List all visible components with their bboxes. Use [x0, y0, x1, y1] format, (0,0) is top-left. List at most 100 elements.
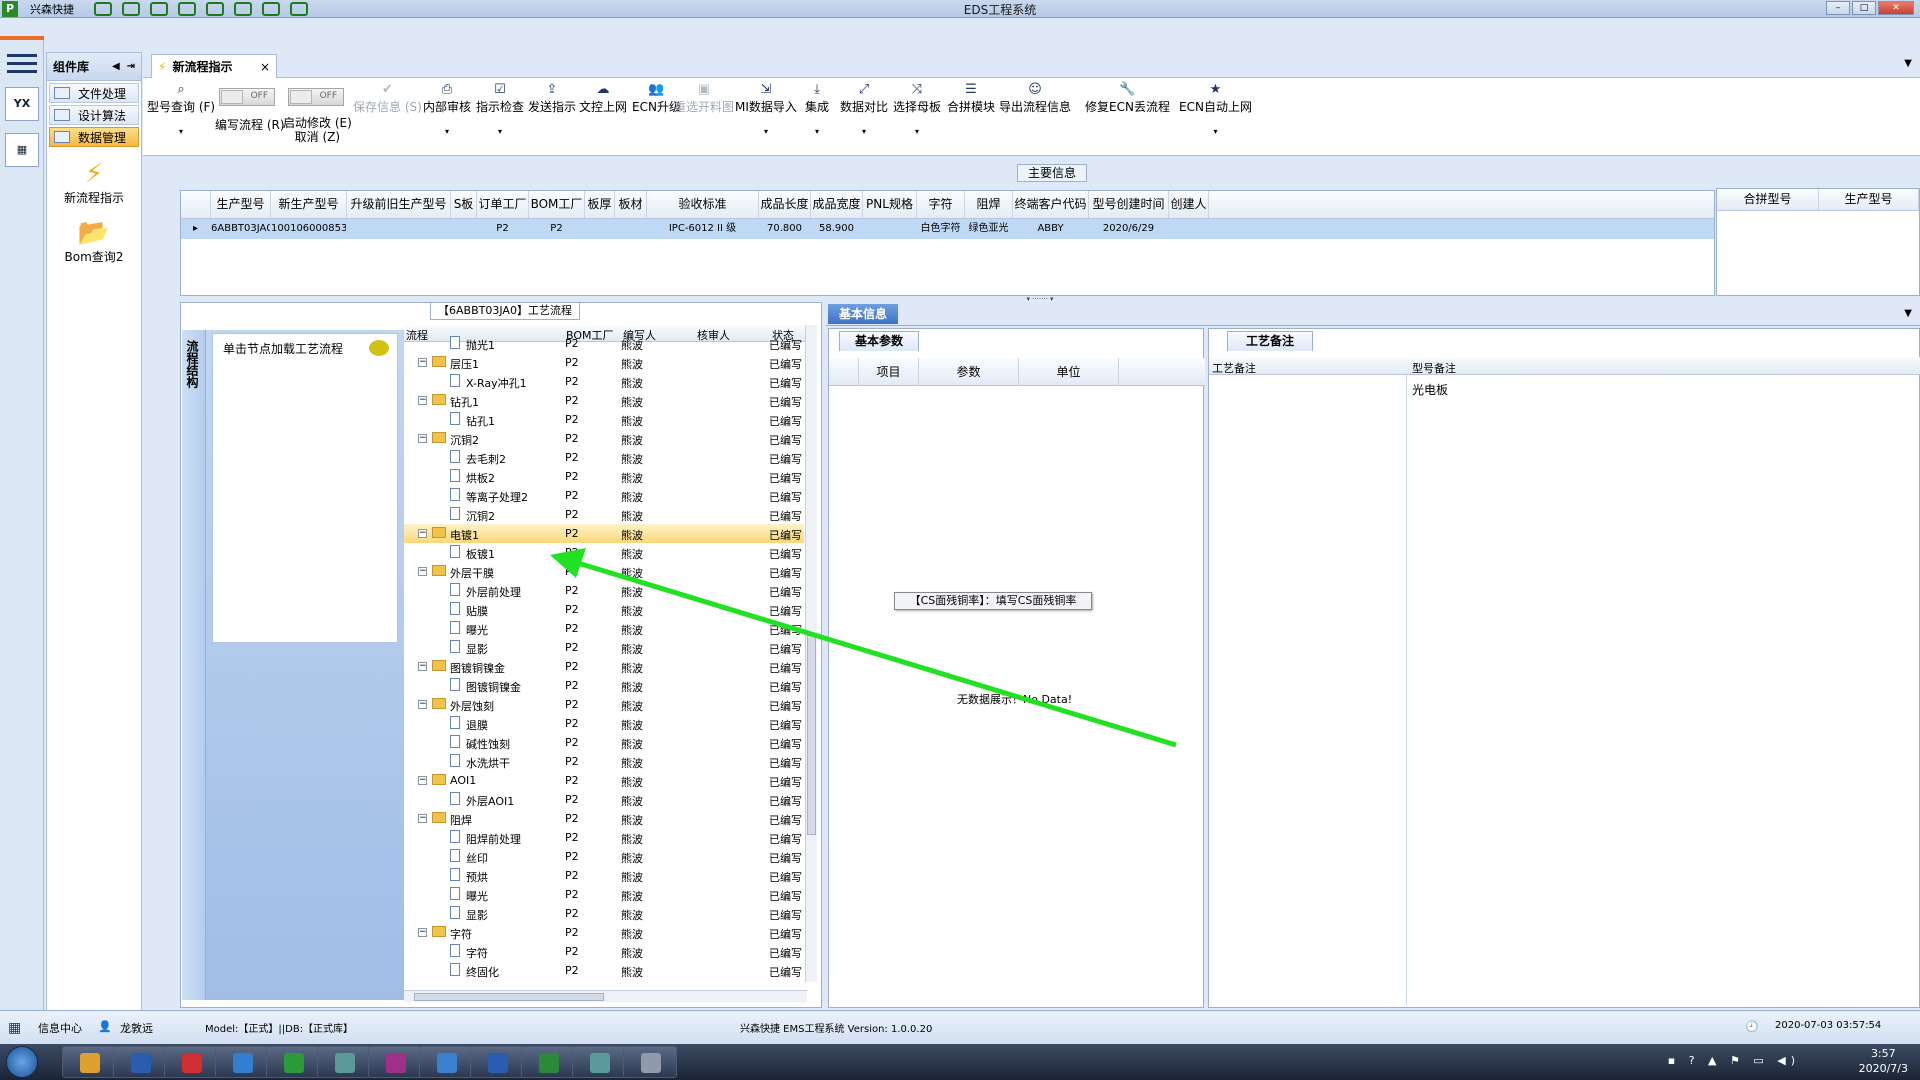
- taskbar-app[interactable]: [572, 1046, 626, 1078]
- collapse-toggle-icon[interactable]: −: [418, 814, 427, 823]
- reselect-cutting-button[interactable]: ▣ 重选开料图: [674, 82, 734, 115]
- yx-logo-icon[interactable]: YX: [5, 87, 39, 121]
- table-cell[interactable]: P2: [529, 219, 585, 239]
- quick-access-icon[interactable]: [94, 2, 112, 16]
- quick-access-icon[interactable]: [178, 2, 196, 16]
- collapse-toggle-icon[interactable]: −: [418, 567, 427, 576]
- taskbar-app[interactable]: [368, 1046, 422, 1078]
- column-header[interactable]: 字符: [917, 191, 965, 218]
- taskbar-clock[interactable]: 3:57 2020/7/3: [1859, 1046, 1908, 1076]
- quick-access-icon[interactable]: [262, 2, 280, 16]
- tab-new-process-instruction[interactable]: ⚡ 新流程指示 ×: [151, 54, 277, 78]
- table-cell[interactable]: 6ABBT03JA0: [211, 219, 271, 239]
- taskbar-app[interactable]: [623, 1046, 677, 1078]
- column-header[interactable]: 单位: [1019, 358, 1119, 386]
- column-header[interactable]: 工艺备注: [1212, 360, 1256, 376]
- table-cell[interactable]: P2: [477, 219, 529, 239]
- data-compare-button[interactable]: ⤢ 数据对比 ▾: [840, 82, 888, 136]
- table-cell[interactable]: 白色字符: [917, 219, 965, 239]
- column-header[interactable]: 验收标准: [647, 191, 759, 218]
- table-cell[interactable]: 70.800: [759, 219, 811, 239]
- merge-module-button[interactable]: ☰ 合拼模块: [947, 82, 995, 115]
- tab-basic-params[interactable]: 基本参数: [839, 331, 919, 351]
- database-icon[interactable]: ▦: [5, 133, 39, 167]
- sidebar-item-file-processing[interactable]: 文件处理: [49, 83, 139, 103]
- dropdown-arrow-icon[interactable]: ▾: [805, 127, 829, 136]
- taskbar-app[interactable]: [215, 1046, 269, 1078]
- column-header[interactable]: 板厚: [585, 191, 615, 218]
- chevron-down-icon[interactable]: ▼: [1904, 58, 1912, 69]
- column-header[interactable]: 成品宽度: [811, 191, 863, 218]
- dropdown-arrow-icon[interactable]: ▾: [147, 127, 215, 136]
- column-header[interactable]: 项目: [859, 358, 919, 386]
- tree-row[interactable]: 等离子处理2 P2 熊波 已编写: [404, 486, 804, 505]
- integrate-button[interactable]: ⤓ 集成 ▾: [805, 82, 829, 136]
- table-cell[interactable]: [615, 219, 647, 239]
- craft-remark-field[interactable]: [1209, 375, 1407, 1005]
- tree-row[interactable]: − AOI1 P2 熊波 已编写: [404, 771, 804, 790]
- collapse-toggle-icon[interactable]: −: [418, 662, 427, 671]
- column-header[interactable]: 订单工厂: [477, 191, 529, 218]
- grid-app-icon[interactable]: ▦: [8, 1020, 21, 1036]
- tree-row[interactable]: 曝光 P2 熊波 已编写: [404, 885, 804, 904]
- cancel-label[interactable]: 取消 (Z): [283, 130, 352, 144]
- column-header[interactable]: PNL规格: [863, 191, 917, 218]
- table-cell[interactable]: [863, 219, 917, 239]
- tree-row[interactable]: 沉铜2 P2 熊波 已编写: [404, 505, 804, 524]
- tree-row[interactable]: − 字符 P2 熊波 已编写: [404, 923, 804, 942]
- tree-row[interactable]: 抛光1 P2 熊波 已编写: [404, 334, 804, 353]
- tree-horizontal-scrollbar[interactable]: [404, 990, 807, 1002]
- column-header[interactable]: BOM工厂: [529, 191, 585, 218]
- tree-row[interactable]: 外层AOI1 P2 熊波 已编写: [404, 790, 804, 809]
- column-header[interactable]: 创建人: [1169, 191, 1209, 218]
- tree-row[interactable]: 终固化 P2 熊波 已编写: [404, 961, 804, 980]
- process-hint-box[interactable]: 单击节点加载工艺流程: [212, 333, 398, 643]
- table-cell[interactable]: [451, 219, 477, 239]
- column-header[interactable]: 合拼型号: [1717, 189, 1819, 210]
- minimize-button[interactable]: –: [1826, 1, 1850, 15]
- save-info-button[interactable]: ✔ 保存信息 (S): [353, 82, 422, 115]
- table-row[interactable]: ▸ 6ABBT03JA010010600085397 P2P2 IPC-6012 II…: [181, 219, 1714, 239]
- tree-row[interactable]: − 沉铜2 P2 熊波 已编写: [404, 429, 804, 448]
- internal-review-button[interactable]: ⎙ 内部审核 ▾: [423, 82, 471, 136]
- process-structure-tab[interactable]: 流程结构: [182, 330, 206, 1000]
- tree-row[interactable]: 烘板2 P2 熊波 已编写: [404, 467, 804, 486]
- dropdown-arrow-icon[interactable]: ▾: [476, 127, 524, 136]
- maximize-button[interactable]: □: [1852, 1, 1876, 15]
- doc-control-online-button[interactable]: ☁ 文控上网: [579, 82, 627, 115]
- bom-query-item[interactable]: 📂 Bom查询2: [47, 218, 141, 265]
- send-instruction-button[interactable]: ⇪ 发送指示: [528, 82, 576, 115]
- dropdown-arrow-icon[interactable]: ▾: [1179, 127, 1252, 136]
- write-process-toggle[interactable]: OFF: [219, 88, 275, 106]
- column-header[interactable]: 参数: [919, 358, 1019, 386]
- tree-row[interactable]: − 阻焊 P2 熊波 已编写: [404, 809, 804, 828]
- tree-row[interactable]: − 钻孔1 P2 熊波 已编写: [404, 391, 804, 410]
- collapse-toggle-icon[interactable]: −: [418, 434, 427, 443]
- column-header[interactable]: 生产型号: [1819, 189, 1919, 210]
- tree-row[interactable]: 字符 P2 熊波 已编写: [404, 942, 804, 961]
- quick-access-icon[interactable]: [150, 2, 168, 16]
- column-header[interactable]: 生产型号: [211, 191, 271, 218]
- tree-row[interactable]: − 层压1 P2 熊波 已编写: [404, 353, 804, 372]
- table-cell[interactable]: [585, 219, 615, 239]
- tab-craft-remark[interactable]: 工艺备注: [1227, 331, 1313, 351]
- sidebar-item-data-management[interactable]: 数据管理: [49, 127, 139, 147]
- table-cell[interactable]: 2020/6/29: [1089, 219, 1169, 239]
- tree-row[interactable]: 钻孔1 P2 熊波 已编写: [404, 410, 804, 429]
- table-cell[interactable]: [1169, 219, 1209, 239]
- sidebar-item-design-algorithm[interactable]: 设计算法: [49, 105, 139, 125]
- column-header[interactable]: 阻焊: [965, 191, 1013, 218]
- column-header[interactable]: 板材: [615, 191, 647, 218]
- column-header[interactable]: 成品长度: [759, 191, 811, 218]
- table-cell[interactable]: ABBY: [1013, 219, 1089, 239]
- tree-row[interactable]: 显影 P2 熊波 已编写: [404, 904, 804, 923]
- column-header[interactable]: 新生产型号: [271, 191, 347, 218]
- collapse-toggle-icon[interactable]: −: [418, 700, 427, 709]
- close-button[interactable]: ✕: [1878, 1, 1914, 15]
- table-cell[interactable]: [347, 219, 451, 239]
- instruction-check-button[interactable]: ☑ 指示检查 ▾: [476, 82, 524, 136]
- quick-access-icon[interactable]: [290, 2, 308, 16]
- model-remark-value[interactable]: 光电板: [1412, 381, 1448, 398]
- chevron-down-icon[interactable]: ▼: [1904, 308, 1912, 319]
- taskbar-app[interactable]: [419, 1046, 473, 1078]
